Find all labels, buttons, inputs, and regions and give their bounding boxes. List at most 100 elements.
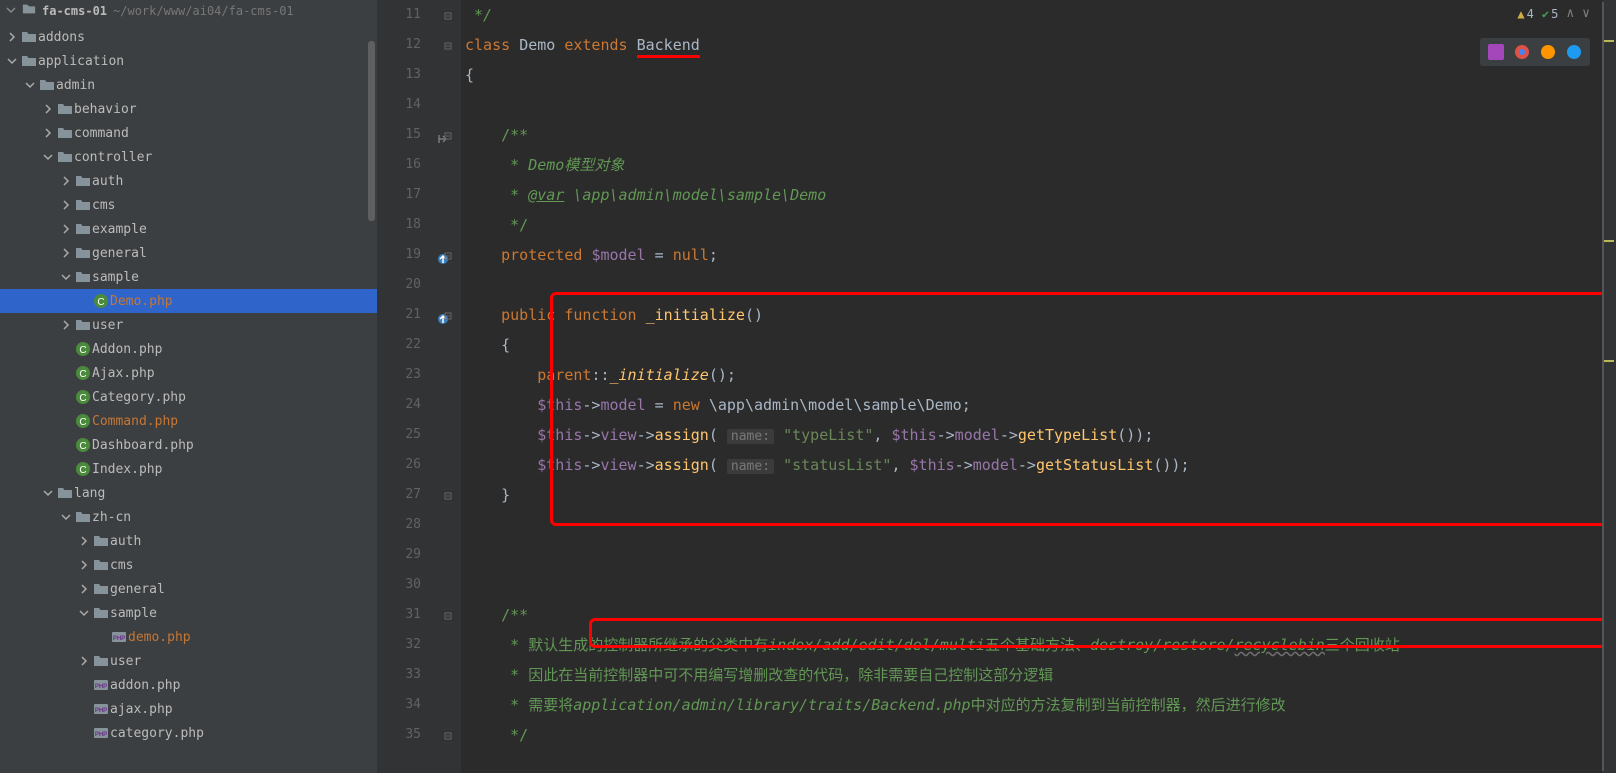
fold-toggle-icon[interactable] — [443, 610, 453, 620]
fold-gutter-cell[interactable] — [439, 510, 461, 540]
line-number[interactable]: 26 — [377, 450, 439, 480]
line-number[interactable]: 13 — [377, 60, 439, 90]
fold-toggle-icon[interactable] — [443, 40, 453, 50]
tree-item-index-php[interactable]: CIndex.php — [0, 457, 377, 481]
line-number[interactable]: 32 — [377, 630, 439, 660]
chevron-right-icon[interactable] — [58, 176, 74, 186]
fold-gutter-cell[interactable] — [439, 150, 461, 180]
line-number[interactable]: 20 — [377, 270, 439, 300]
line-number[interactable]: 30 — [377, 570, 439, 600]
line-number[interactable]: 11 — [377, 0, 439, 30]
tree-item-example[interactable]: example — [0, 217, 377, 241]
tree-item-addon-php[interactable]: CAddon.php — [0, 337, 377, 361]
tree-item-admin[interactable]: admin — [0, 73, 377, 97]
fold-gutter-cell[interactable] — [439, 630, 461, 660]
line-number[interactable]: 19 — [377, 240, 439, 270]
chevron-down-icon[interactable]: ∨ — [1582, 6, 1590, 21]
line-number[interactable]: 34 — [377, 690, 439, 720]
fold-gutter-cell[interactable] — [439, 570, 461, 600]
tree-item-addon-php[interactable]: PHPaddon.php — [0, 673, 377, 697]
chevron-down-icon[interactable] — [40, 488, 56, 498]
fold-gutter-cell[interactable] — [439, 90, 461, 120]
tree-item-user[interactable]: user — [0, 649, 377, 673]
fold-gutter-cell[interactable] — [439, 30, 461, 60]
tree-item-ajax-php[interactable]: PHPajax.php — [0, 697, 377, 721]
fold-gutter-cell[interactable] — [439, 390, 461, 420]
fold-gutter-cell[interactable] — [439, 300, 461, 330]
tree-item-demo-php[interactable]: CDemo.php — [0, 289, 377, 313]
chevron-up-icon[interactable]: ∧ — [1566, 6, 1574, 21]
chevron-right-icon[interactable] — [40, 104, 56, 114]
safari-icon[interactable] — [1564, 42, 1584, 62]
line-number[interactable]: 27 — [377, 480, 439, 510]
line-number[interactable]: 35 — [377, 720, 439, 750]
line-number[interactable]: 33 — [377, 660, 439, 690]
fold-toggle-icon[interactable] — [443, 490, 453, 500]
line-number[interactable]: 21 — [377, 300, 439, 330]
firefox-icon[interactable] — [1538, 42, 1558, 62]
tree-item-auth[interactable]: auth — [0, 529, 377, 553]
chevron-right-icon[interactable] — [4, 32, 20, 42]
line-number[interactable]: 25 — [377, 420, 439, 450]
line-number[interactable]: 31 — [377, 600, 439, 630]
tree-item-behavior[interactable]: behavior — [0, 97, 377, 121]
stripe-mark[interactable] — [1604, 240, 1614, 242]
tree-item-sample[interactable]: sample — [0, 265, 377, 289]
fold-gutter-cell[interactable] — [439, 270, 461, 300]
fold-gutter-cell[interactable] — [439, 540, 461, 570]
fold-gutter-cell[interactable] — [439, 330, 461, 360]
fold-toggle-icon[interactable] — [443, 250, 453, 260]
tree-item-user[interactable]: user — [0, 313, 377, 337]
fold-gutter-cell[interactable] — [439, 600, 461, 630]
error-stripe[interactable] — [1602, 0, 1616, 773]
tree-item-general[interactable]: general — [0, 241, 377, 265]
chrome-icon[interactable] — [1512, 42, 1532, 62]
fold-gutter-cell[interactable] — [439, 660, 461, 690]
stripe-mark[interactable] — [1604, 360, 1614, 362]
fold-gutter-cell[interactable] — [439, 720, 461, 750]
tree-item-lang[interactable]: lang — [0, 481, 377, 505]
line-number[interactable]: 15 — [377, 120, 439, 150]
line-number[interactable]: 23 — [377, 360, 439, 390]
tree-item-auth[interactable]: auth — [0, 169, 377, 193]
chevron-right-icon[interactable] — [58, 320, 74, 330]
line-number[interactable]: 17 — [377, 180, 439, 210]
fold-toggle-icon[interactable] — [443, 730, 453, 740]
tree-item-dashboard-php[interactable]: CDashboard.php — [0, 433, 377, 457]
fold-gutter-cell[interactable] — [439, 0, 461, 30]
tree-item-sample[interactable]: sample — [0, 601, 377, 625]
chevron-down-icon[interactable] — [22, 80, 38, 90]
fold-toggle-icon[interactable] — [443, 310, 453, 320]
phpstorm-icon[interactable] — [1486, 42, 1506, 62]
fold-gutter-cell[interactable] — [439, 120, 461, 150]
tree-item-demo-php[interactable]: PHPdemo.php — [0, 625, 377, 649]
line-number[interactable]: 24 — [377, 390, 439, 420]
scrollbar-track[interactable] — [367, 21, 377, 773]
line-number[interactable]: 16 — [377, 150, 439, 180]
chevron-right-icon[interactable] — [76, 656, 92, 666]
chevron-down-icon[interactable] — [4, 56, 20, 66]
fold-gutter-cell[interactable] — [439, 180, 461, 210]
chevron-right-icon[interactable] — [58, 248, 74, 258]
tree-item-zh-cn[interactable]: zh-cn — [0, 505, 377, 529]
scrollbar-thumb[interactable] — [368, 41, 375, 221]
fold-gutter-cell[interactable] — [439, 690, 461, 720]
chevron-right-icon[interactable] — [40, 128, 56, 138]
code-area[interactable]: */ class Demo extends Backend { /** * De… — [461, 0, 1602, 773]
chevron-down-icon[interactable] — [76, 608, 92, 618]
fold-gutter-cell[interactable] — [439, 450, 461, 480]
fold-gutter-cell[interactable] — [439, 60, 461, 90]
fold-gutter-cell[interactable] — [439, 420, 461, 450]
line-number[interactable]: 14 — [377, 90, 439, 120]
chevron-right-icon[interactable] — [76, 560, 92, 570]
chevron-right-icon[interactable] — [58, 224, 74, 234]
chevron-down-icon[interactable] — [40, 152, 56, 162]
chevron-down-icon[interactable] — [58, 512, 74, 522]
fold-gutter-cell[interactable] — [439, 240, 461, 270]
tree-item-cms[interactable]: cms — [0, 193, 377, 217]
tree-item-addons[interactable]: addons — [0, 25, 377, 49]
chevron-right-icon[interactable] — [76, 536, 92, 546]
chevron-right-icon[interactable] — [76, 584, 92, 594]
fold-gutter-cell[interactable] — [439, 210, 461, 240]
line-number[interactable]: 18 — [377, 210, 439, 240]
